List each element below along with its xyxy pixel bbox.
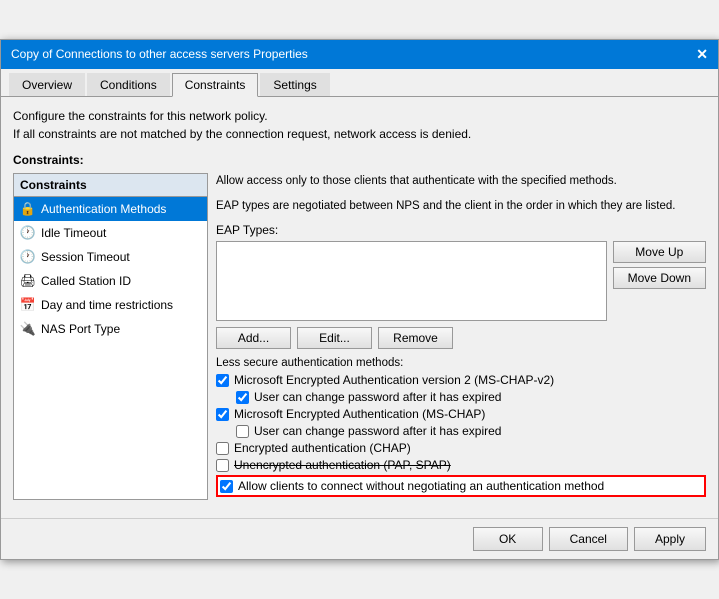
checkbox-pap-spap-label: Unencrypted authentication (PAP, SPAP) <box>234 458 451 472</box>
checkbox-mschapv2-change-label: User can change password after it has ex… <box>254 390 501 404</box>
checkbox-no-auth-input[interactable] <box>220 480 233 493</box>
calendar-icon: 📅 <box>20 297 36 313</box>
title-bar: Copy of Connections to other access serv… <box>1 40 718 69</box>
sidebar-item-label-nas: NAS Port Type <box>41 322 120 336</box>
sidebar-item-label-daytime: Day and time restrictions <box>41 298 173 312</box>
checkbox-mschap-change-label: User can change password after it has ex… <box>254 424 501 438</box>
clock-icon-session: 🕐 <box>20 249 36 265</box>
eap-types-label: EAP Types: <box>216 223 706 237</box>
desc-line1: Configure the constraints for this netwo… <box>13 107 706 125</box>
checkbox-mschap-change: User can change password after it has ex… <box>236 424 706 438</box>
checkbox-mschap: Microsoft Encrypted Authentication (MS-C… <box>216 407 706 421</box>
sidebar-item-called-station[interactable]: 🖨 Called Station ID <box>14 269 207 293</box>
sidebar-item-label-session: Session Timeout <box>41 250 130 264</box>
sidebar-item-idle-timeout[interactable]: 🕐 Idle Timeout <box>14 221 207 245</box>
checkbox-mschapv2-change: User can change password after it has ex… <box>236 390 706 404</box>
eap-list[interactable] <box>216 241 607 321</box>
dialog-window: Copy of Connections to other access serv… <box>0 39 719 561</box>
sidebar-item-nas-port[interactable]: 🔌 NAS Port Type <box>14 317 207 341</box>
left-panel-header: Constraints <box>14 174 207 197</box>
right-desc2: EAP types are negotiated between NPS and… <box>216 198 706 215</box>
sidebar-item-label-idle: Idle Timeout <box>41 226 106 240</box>
checkbox-pap-spap: Unencrypted authentication (PAP, SPAP) <box>216 458 706 472</box>
tab-settings[interactable]: Settings <box>260 73 329 96</box>
tab-conditions[interactable]: Conditions <box>87 73 170 96</box>
tab-bar: Overview Conditions Constraints Settings <box>1 69 718 97</box>
desc-line2: If all constraints are not matched by th… <box>13 125 706 143</box>
eap-row: Move Up Move Down <box>216 241 706 321</box>
dialog-title: Copy of Connections to other access serv… <box>11 47 308 61</box>
checkbox-chap: Encrypted authentication (CHAP) <box>216 441 706 455</box>
clock-icon-idle: 🕐 <box>20 225 36 241</box>
description: Configure the constraints for this netwo… <box>13 107 706 143</box>
cancel-button[interactable]: Cancel <box>549 527 628 551</box>
move-up-button[interactable]: Move Up <box>613 241 706 263</box>
sidebar-item-auth-methods[interactable]: 🔒 Authentication Methods <box>14 197 207 221</box>
checkbox-mschapv2-input[interactable] <box>216 374 229 387</box>
sidebar-item-day-time[interactable]: 📅 Day and time restrictions <box>14 293 207 317</box>
ok-button[interactable]: OK <box>473 527 543 551</box>
checkbox-mschapv2-change-input[interactable] <box>236 391 249 404</box>
sidebar-item-session-timeout[interactable]: 🕐 Session Timeout <box>14 245 207 269</box>
main-area: Constraints 🔒 Authentication Methods 🕐 I… <box>13 173 706 501</box>
close-button[interactable]: ✕ <box>696 46 708 63</box>
port-icon: 🔌 <box>20 321 36 337</box>
sidebar-item-label-auth: Authentication Methods <box>41 202 166 216</box>
lock-icon: 🔒 <box>20 201 36 217</box>
station-icon: 🖨 <box>20 273 36 289</box>
checkbox-mschapv2-label: Microsoft Encrypted Authentication versi… <box>234 373 554 387</box>
add-button[interactable]: Add... <box>216 327 291 349</box>
checkbox-no-auth: Allow clients to connect without negotia… <box>216 475 706 497</box>
add-edit-row: Add... Edit... Remove <box>216 327 706 349</box>
constraints-label: Constraints: <box>13 153 706 167</box>
right-panel: Allow access only to those clients that … <box>216 173 706 501</box>
checkbox-no-auth-label: Allow clients to connect without negotia… <box>238 479 604 493</box>
checkbox-mschap-input[interactable] <box>216 408 229 421</box>
sidebar-item-label-station: Called Station ID <box>41 274 131 288</box>
checkbox-chap-label: Encrypted authentication (CHAP) <box>234 441 411 455</box>
move-down-button[interactable]: Move Down <box>613 267 706 289</box>
eap-buttons: Move Up Move Down <box>613 241 706 321</box>
left-panel: Constraints 🔒 Authentication Methods 🕐 I… <box>13 173 208 501</box>
right-desc1: Allow access only to those clients that … <box>216 173 706 190</box>
apply-button[interactable]: Apply <box>634 527 706 551</box>
checkbox-mschap-change-input[interactable] <box>236 425 249 438</box>
content-area: Configure the constraints for this netwo… <box>1 97 718 511</box>
checkbox-mschap-label: Microsoft Encrypted Authentication (MS-C… <box>234 407 485 421</box>
edit-button[interactable]: Edit... <box>297 327 372 349</box>
checkbox-pap-spap-input[interactable] <box>216 459 229 472</box>
remove-button[interactable]: Remove <box>378 327 453 349</box>
checkbox-chap-input[interactable] <box>216 442 229 455</box>
tab-constraints[interactable]: Constraints <box>172 73 259 97</box>
less-secure-label: Less secure authentication methods: <box>216 357 706 369</box>
checkbox-mschapv2: Microsoft Encrypted Authentication versi… <box>216 373 706 387</box>
tab-overview[interactable]: Overview <box>9 73 85 96</box>
bottom-buttons: OK Cancel Apply <box>1 518 718 559</box>
